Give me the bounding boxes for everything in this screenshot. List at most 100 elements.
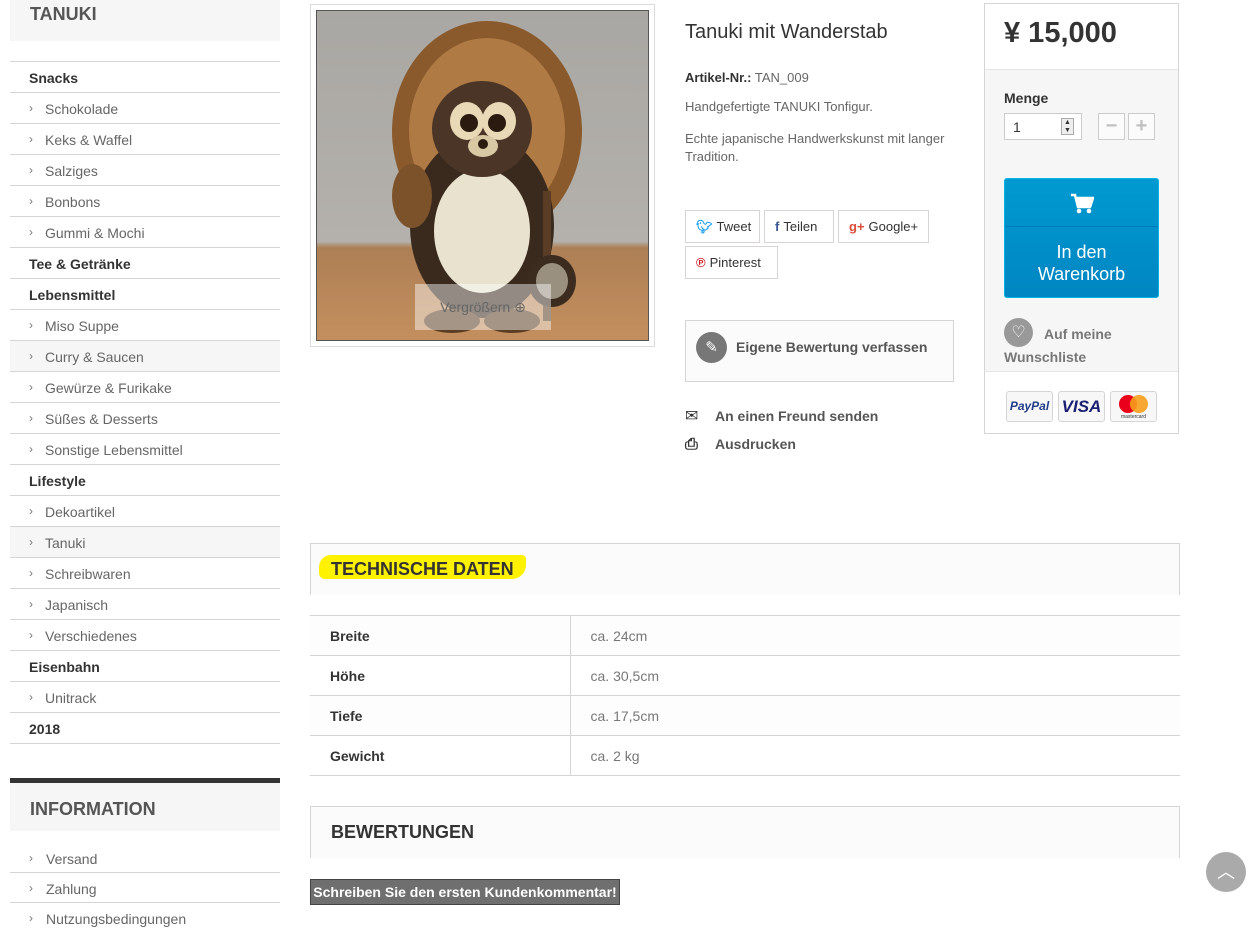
info-item-versand[interactable]: › Versand [10, 843, 280, 873]
chevron-right-icon: › [29, 163, 33, 177]
category-item[interactable]: Lebensmittel [10, 279, 280, 310]
minus-icon: − [1105, 115, 1118, 137]
category-label[interactable]: Gewürze & Furikake [45, 380, 172, 396]
category-label[interactable]: Tee & Getränke [29, 256, 131, 272]
payment-logos: PayPal VISA mastercard [985, 371, 1178, 433]
category-item[interactable]: › Unitrack [10, 682, 280, 713]
category-item[interactable]: › Japanisch [10, 589, 280, 620]
chevron-right-icon: › [29, 225, 33, 239]
spec-key: Breite [310, 615, 571, 656]
category-item[interactable]: › Verschiedenes [10, 620, 280, 651]
tweet-label: Tweet [716, 219, 752, 234]
category-label[interactable]: Japanisch [45, 597, 108, 613]
category-label[interactable]: Verschiedenes [45, 628, 137, 644]
share-button[interactable]: f Teilen [764, 210, 834, 243]
product-title: Tanuki mit Wanderstab [685, 21, 888, 43]
category-item-active[interactable]: › Tanuki [10, 527, 280, 558]
category-label[interactable]: Miso Suppe [45, 318, 119, 334]
category-item[interactable]: › Curry & Saucen [10, 341, 280, 372]
category-label[interactable]: Curry & Saucen [45, 349, 144, 365]
category-item[interactable]: › Sonstige Lebensmittel [10, 434, 280, 465]
product-price: ¥ 15,000 [1004, 17, 1117, 49]
sidebar-title: TANUKI [30, 4, 97, 24]
category-item[interactable]: Snacks [10, 62, 280, 93]
printer-icon: ⎙ [685, 436, 698, 453]
category-label[interactable]: 2018 [29, 721, 60, 737]
add-to-cart-button[interactable]: In den Warenkorb [1004, 178, 1159, 298]
table-row: Höhe ca. 30,5cm [310, 655, 1180, 696]
product-image[interactable]: Vergrößern ⊕ [316, 10, 649, 341]
chevron-right-icon: › [29, 132, 33, 146]
chevron-up-icon: ︿ [1217, 862, 1235, 882]
cart-button-divider [1005, 226, 1158, 227]
info-item-nutzungsbedingungen[interactable]: › Nutzungsbedingungen [10, 903, 280, 931]
table-row: Tiefe ca. 17,5cm [310, 695, 1180, 736]
zoom-plus-icon: ⊕ [514, 299, 526, 315]
paypal-logo: PayPal [1006, 391, 1053, 422]
category-item[interactable]: › Gewürze & Furikake [10, 372, 280, 403]
write-review-button[interactable]: ✎ Eigene Bewertung verfassen [685, 320, 954, 382]
category-label[interactable]: Gummi & Mochi [45, 225, 145, 241]
category-item[interactable]: Eisenbahn [10, 651, 280, 682]
write-first-review-button[interactable]: Schreiben Sie den ersten Kundenkommentar… [310, 879, 620, 905]
category-item[interactable]: › Salziges [10, 155, 280, 186]
envelope-icon: ✉ [685, 408, 699, 425]
mastercard-logo-text: mastercard [1120, 414, 1146, 420]
zoom-button[interactable]: Vergrößern ⊕ [415, 284, 551, 330]
chevron-right-icon: › [29, 881, 33, 895]
product-description-short: Handgefertigte TANUKI Tonfigur. [685, 99, 873, 114]
info-item-zahlung[interactable]: › Zahlung [10, 873, 280, 903]
category-label[interactable]: Dekoartikel [45, 504, 115, 520]
google-plus-button[interactable]: g+ Google+ [838, 210, 929, 243]
category-label[interactable]: Keks & Waffel [45, 132, 132, 148]
category-item[interactable]: Tee & Getränke [10, 248, 280, 279]
scroll-to-top-button[interactable]: ︿ [1206, 852, 1246, 892]
category-label[interactable]: Unitrack [45, 690, 96, 706]
send-to-friend-link[interactable]: ✉ An einen Freund senden [685, 406, 878, 426]
category-item[interactable]: › Schokolade [10, 93, 280, 124]
chevron-right-icon: › [29, 851, 33, 865]
category-label[interactable]: Tanuki [45, 535, 85, 551]
category-label[interactable]: Eisenbahn [29, 659, 100, 675]
category-label[interactable]: Salziges [45, 163, 98, 179]
category-item[interactable]: 2018 [10, 713, 280, 744]
product-description: Echte japanische Handwerkskunst mit lang… [685, 131, 945, 164]
category-label[interactable]: Schreibwaren [45, 566, 131, 582]
category-item[interactable]: › Gummi & Mochi [10, 217, 280, 248]
pencil-icon: ✎ [696, 332, 727, 363]
category-item[interactable]: › Keks & Waffel [10, 124, 280, 155]
chevron-right-icon: › [29, 566, 33, 580]
visa-logo-text: VISA [1061, 397, 1102, 416]
share-label: Teilen [783, 219, 818, 234]
category-item[interactable]: › Schreibwaren [10, 558, 280, 589]
information-title: INFORMATION [30, 799, 156, 819]
info-label[interactable]: Nutzungsbedingungen [46, 911, 186, 927]
technical-data-header: TECHNISCHE DATEN [310, 543, 1180, 595]
category-label[interactable]: Lifestyle [29, 473, 86, 489]
category-label[interactable]: Bonbons [45, 194, 100, 210]
category-item[interactable]: › Süßes & Desserts [10, 403, 280, 434]
chevron-right-icon: › [29, 380, 33, 394]
category-label[interactable]: Sonstige Lebensmittel [45, 442, 183, 458]
category-item[interactable]: Lifestyle [10, 465, 280, 496]
category-item[interactable]: › Miso Suppe [10, 310, 280, 341]
info-label[interactable]: Zahlung [46, 881, 97, 897]
cart-icon [1005, 193, 1158, 221]
pinterest-label: Pinterest [709, 255, 761, 270]
category-item[interactable]: › Dekoartikel [10, 496, 280, 527]
tweet-button[interactable]: 🐦︎ Tweet [685, 210, 760, 243]
category-label[interactable]: Süßes & Desserts [45, 411, 158, 427]
category-item[interactable]: › Bonbons [10, 186, 280, 217]
quantity-minus-button[interactable]: − [1098, 113, 1125, 140]
pinterest-button[interactable]: ℗ Pinterest [685, 246, 778, 279]
reviews-title: BEWERTUNGEN [331, 822, 474, 842]
chevron-right-icon: › [29, 194, 33, 208]
category-label[interactable]: Schokolade [45, 101, 118, 117]
quantity-plus-button[interactable]: + [1128, 113, 1155, 140]
quantity-spinner[interactable]: ▲ ▼ [1061, 118, 1074, 135]
chevron-right-icon: › [29, 535, 33, 549]
category-label[interactable]: Snacks [29, 70, 78, 86]
category-label[interactable]: Lebensmittel [29, 287, 115, 303]
print-link[interactable]: ⎙ Ausdrucken [685, 436, 796, 454]
info-label[interactable]: Versand [46, 851, 97, 867]
